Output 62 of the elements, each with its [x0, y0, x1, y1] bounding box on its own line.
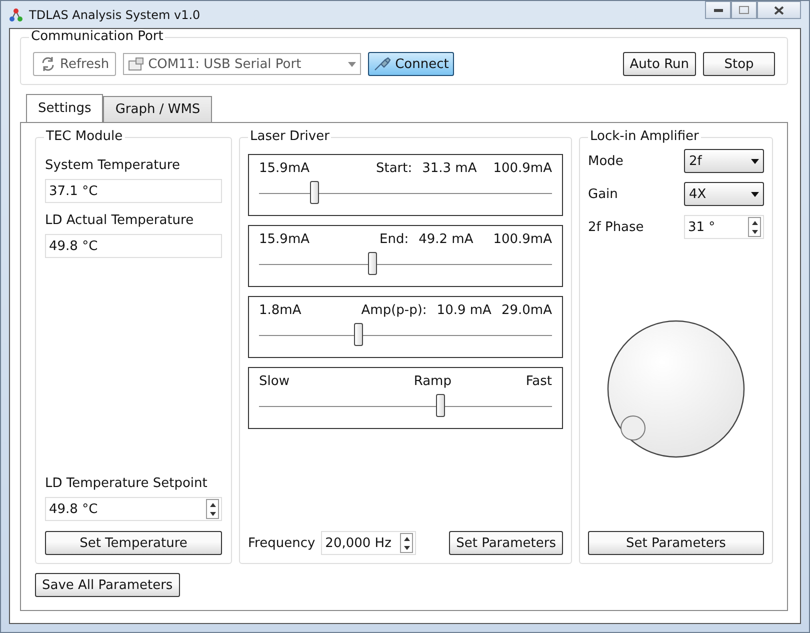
- slider-thumb[interactable]: [368, 252, 378, 275]
- close-button[interactable]: [757, 1, 801, 19]
- save-all-parameters-button[interactable]: Save All Parameters: [35, 573, 180, 597]
- tab[interactable]: Graph / WMS: [103, 96, 212, 122]
- refresh-button[interactable]: Refresh: [33, 52, 116, 76]
- slider-max-label: 100.9mA: [493, 161, 552, 176]
- readout-field: 37.1 °C: [45, 179, 222, 203]
- phase-spinbox[interactable]: 31 °: [684, 215, 764, 239]
- connect-button[interactable]: Connect: [368, 52, 454, 76]
- slider-value: 10.9 mA: [436, 303, 492, 318]
- spin-arrows-icon: [400, 533, 414, 553]
- spin-arrows-icon: [206, 499, 219, 519]
- spin-arrows-icon: [748, 217, 761, 237]
- set-parameters-button[interactable]: Set Parameters: [588, 531, 764, 555]
- stop-button[interactable]: Stop: [703, 52, 775, 76]
- slider-max-label: 29.0mA: [501, 303, 552, 318]
- group-title: Lock-in Amplifier: [588, 129, 701, 144]
- slider-min-label: 1.8mA: [259, 303, 302, 318]
- maximize-icon: [739, 6, 749, 14]
- slider-value: 49.2 mA: [418, 232, 474, 247]
- phase-knob[interactable]: [606, 319, 746, 459]
- field-label: Mode: [588, 154, 624, 168]
- slider-thumb[interactable]: [354, 323, 363, 346]
- port-dropdown[interactable]: COM11: USB Serial Port: [123, 53, 362, 75]
- frequency-spinbox[interactable]: 20,000 Hz: [321, 531, 416, 555]
- slider-thumb[interactable]: [436, 394, 445, 417]
- field-label: 2f Phase: [588, 220, 644, 234]
- slider-min-label: 15.9mA: [259, 161, 310, 176]
- molecule-icon: [9, 8, 23, 22]
- slider-thumb[interactable]: [310, 181, 319, 204]
- refresh-icon: [40, 56, 56, 72]
- slider-min-label: 15.9mA: [259, 232, 310, 247]
- dropdown[interactable]: 2f: [684, 149, 764, 173]
- minimize-button[interactable]: [705, 1, 731, 19]
- slider-label: Start:: [376, 161, 412, 176]
- slider-value: 31.3 mA: [422, 161, 477, 176]
- window-title: TDLAS Analysis System v1.0: [29, 8, 200, 22]
- readout-field: 49.8 °C: [45, 234, 222, 258]
- minimize-icon: [714, 8, 722, 12]
- field-label: System Temperature: [45, 158, 181, 173]
- tab[interactable]: Settings: [26, 94, 104, 122]
- setpoint-spinbox[interactable]: 49.8 °C: [45, 497, 222, 521]
- field-label: Frequency: [248, 536, 316, 550]
- field-label: Gain: [588, 186, 618, 202]
- auto-run-button[interactable]: Auto Run: [622, 52, 696, 76]
- slider-label: Ramp: [414, 374, 452, 389]
- dropdown-arrow-icon: [348, 62, 356, 66]
- port-icon: [128, 57, 144, 71]
- dropdown[interactable]: 4X: [684, 182, 764, 206]
- plug-icon: [373, 57, 392, 71]
- close-icon: [774, 6, 784, 14]
- field-label: LD Temperature Setpoint: [45, 476, 208, 491]
- slider-min-label: Slow: [259, 374, 290, 389]
- slider-max-label: Fast: [526, 374, 552, 389]
- set-temperature-button[interactable]: Set Temperature: [45, 531, 222, 555]
- slider-label: Amp(p-p):: [361, 303, 427, 318]
- dropdown-arrow-icon: [751, 192, 759, 196]
- slider-max-label: 100.9mA: [493, 232, 552, 247]
- set-parameters-button[interactable]: Set Parameters: [449, 531, 563, 555]
- dropdown-arrow-icon: [751, 158, 759, 164]
- slider-label: End:: [380, 232, 409, 247]
- field-label: LD Actual Temperature: [45, 213, 195, 228]
